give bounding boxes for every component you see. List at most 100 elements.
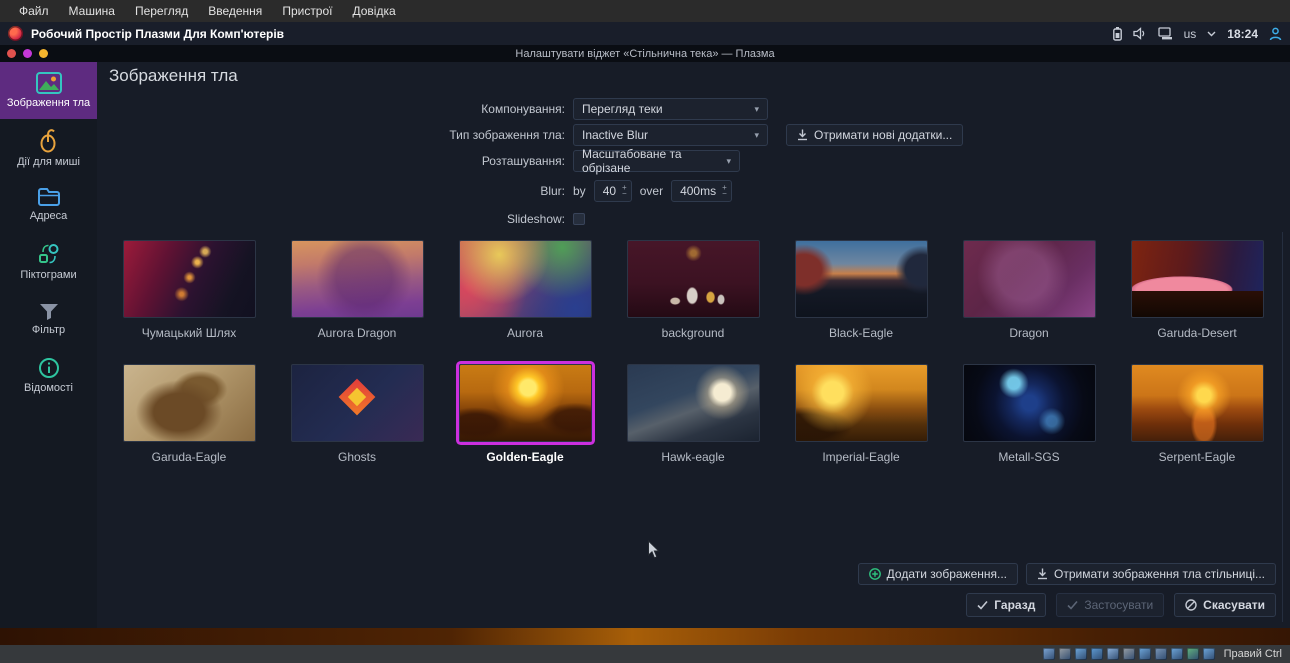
- host-statusbar: Правий Ctrl: [0, 645, 1290, 663]
- layout-label: Компонування:: [481, 102, 565, 116]
- wallpaper-type-dropdown[interactable]: Inactive Blur ▾: [573, 124, 768, 146]
- clock[interactable]: 18:24: [1227, 27, 1258, 41]
- get-new-plugins-button[interactable]: Отримати нові додатки...: [786, 124, 964, 146]
- audio-icon[interactable]: [1074, 648, 1087, 660]
- wallpaper-label: Ghosts: [337, 450, 376, 464]
- battery-icon[interactable]: [1112, 26, 1122, 41]
- wallpaper-label: Serpent-Eagle: [1158, 450, 1236, 464]
- clipboard-display-icon[interactable]: [1157, 27, 1173, 40]
- wallpaper-thumbnail-hawk-eagle[interactable]: [626, 364, 760, 442]
- slideshow-checkbox[interactable]: [573, 213, 585, 225]
- wallpaper-cell-golden-eagle[interactable]: Golden-Eagle: [441, 364, 609, 488]
- cancel-label: Скасувати: [1203, 598, 1265, 612]
- blur-duration-spinbox[interactable]: 400ms + −: [671, 180, 732, 202]
- wallpaper-cell-background[interactable]: background: [609, 240, 777, 364]
- wallpaper-cell-serpent-eagle[interactable]: Serpent-Eagle: [1113, 364, 1281, 488]
- host-menu-item[interactable]: Машина: [60, 2, 124, 20]
- hdd-icon[interactable]: [1042, 648, 1055, 660]
- get-wallpapers-button[interactable]: Отримати зображення тла стільниці...: [1026, 563, 1276, 585]
- panel-title: Робочий Простір Плазми Для Комп'ютерів: [31, 26, 285, 41]
- wallpaper-cell-dragon[interactable]: Dragon: [945, 240, 1113, 364]
- wallpaper-cell-garuda-desert[interactable]: Garuda-Desert: [1113, 240, 1281, 364]
- user-icon[interactable]: [1269, 27, 1282, 41]
- wallpaper-cell-aurora[interactable]: Aurora: [441, 240, 609, 364]
- add-image-button[interactable]: Додати зображення...: [857, 563, 1019, 585]
- layout-dropdown[interactable]: Перегляд теки ▾: [573, 98, 768, 120]
- sidebar-item-label: Відомості: [24, 382, 73, 394]
- keyboard-icon[interactable]: [1202, 648, 1215, 660]
- wallpaper-thumbnail-milky-way[interactable]: [122, 240, 256, 318]
- display-icon[interactable]: [1138, 648, 1151, 660]
- wallpaper-thumbnail-ghosts[interactable]: [290, 364, 424, 442]
- chevron-down-icon[interactable]: [1207, 31, 1216, 37]
- sidebar-item-filter[interactable]: Фільтр: [0, 290, 97, 347]
- host-menu-item[interactable]: Файл: [10, 2, 58, 20]
- wallpaper-thumbnail-imperial-eagle[interactable]: [794, 364, 928, 442]
- wallpaper-label: Aurora Dragon: [317, 326, 397, 340]
- add-circle-icon: [868, 568, 881, 580]
- host-menu-item[interactable]: Довідка: [344, 2, 405, 20]
- ok-button[interactable]: Гаразд: [966, 593, 1047, 617]
- filter-icon: [38, 302, 60, 321]
- wallpaper-cell-black-eagle[interactable]: Black-Eagle: [777, 240, 945, 364]
- volume-icon[interactable]: [1132, 27, 1147, 40]
- wallpaper-thumbnail-background[interactable]: [626, 240, 760, 318]
- wallpaper-cell-aurora-dragon[interactable]: Aurora Dragon: [273, 240, 441, 364]
- host-menu-item[interactable]: Перегляд: [126, 2, 197, 20]
- shared-folders-icon[interactable]: [1122, 648, 1135, 660]
- sidebar-item-mouse[interactable]: Дії для миші: [0, 119, 97, 176]
- host-menu-item[interactable]: Пристрої: [273, 2, 341, 20]
- download-icon: [1038, 568, 1048, 580]
- positioning-label: Розташування:: [481, 154, 565, 168]
- wallpaper-thumbnail-black-eagle[interactable]: [794, 240, 928, 318]
- wallpaper-label: Black-Eagle: [828, 326, 894, 340]
- wallpaper-type-dropdown-value: Inactive Blur: [582, 128, 649, 142]
- wallpaper-thumbnail-garuda-eagle[interactable]: [122, 364, 256, 442]
- wallpaper-cell-hawk-eagle[interactable]: Hawk-eagle: [609, 364, 777, 488]
- mouse-cursor: [647, 539, 661, 565]
- network-icon[interactable]: [1090, 648, 1103, 660]
- blur-amount-spinbox[interactable]: 40 + −: [593, 180, 632, 202]
- optical-disc-icon[interactable]: [1058, 648, 1071, 660]
- blur-amount-value: 40: [602, 184, 617, 198]
- usb-icon[interactable]: [1106, 648, 1119, 660]
- positioning-dropdown[interactable]: Масштабоване та обрізане ▾: [573, 147, 740, 175]
- wallpaper-thumbnail-aurora-dragon[interactable]: [290, 240, 424, 318]
- wallpaper-cell-metall-sgs[interactable]: Metall-SGS: [945, 364, 1113, 488]
- wallpaper-thumbnail-metall-sgs[interactable]: [962, 364, 1096, 442]
- wallpaper-thumbnail-serpent-eagle[interactable]: [1130, 364, 1264, 442]
- mouse-integration-icon[interactable]: [1186, 648, 1199, 660]
- chevron-down-icon: ▾: [754, 103, 759, 114]
- sidebar-item-info[interactable]: Відомості: [0, 347, 97, 404]
- host-menubar: Файл Машина Перегляд Введення Пристрої Довідк…: [0, 0, 1290, 22]
- sidebar-item-label: Зображення тла: [6, 97, 91, 109]
- recording-icon[interactable]: [1154, 648, 1167, 660]
- wallpaper-cell-ghosts[interactable]: Ghosts: [273, 364, 441, 488]
- host-key-indicator: Правий Ctrl: [1223, 648, 1282, 660]
- sidebar-item-icons[interactable]: Піктограми: [0, 233, 97, 290]
- wallpaper-thumbnail-golden-eagle[interactable]: [458, 364, 592, 442]
- wallpaper-thumbnail-garuda-desert[interactable]: [1130, 240, 1264, 318]
- spinbox-arrows-icon[interactable]: + −: [722, 184, 727, 198]
- wallpaper-thumbnail-dragon[interactable]: [962, 240, 1096, 318]
- chevron-down-icon: ▾: [754, 129, 759, 140]
- blur-by-label: by: [573, 184, 586, 198]
- sidebar-item-folder[interactable]: Адреса: [0, 176, 97, 233]
- spinbox-arrows-icon[interactable]: + −: [622, 184, 627, 198]
- sidebar-item-wallpaper[interactable]: Зображення тла: [0, 62, 97, 119]
- sidebar-item-label: Фільтр: [31, 323, 66, 336]
- apply-button[interactable]: Застосувати: [1056, 593, 1165, 617]
- gallery-scrollbar[interactable]: [1282, 232, 1283, 622]
- cancel-icon: [1185, 599, 1197, 611]
- wallpaper-cell-imperial-eagle[interactable]: Imperial-Eagle: [777, 364, 945, 488]
- features-icon[interactable]: [1170, 648, 1183, 660]
- wallpaper-thumbnail-aurora[interactable]: [458, 240, 592, 318]
- app-launcher-icon[interactable]: [8, 26, 23, 41]
- keyboard-layout-indicator[interactable]: us: [1184, 27, 1197, 41]
- cancel-button[interactable]: Скасувати: [1174, 593, 1276, 617]
- host-menu-item[interactable]: Введення: [199, 2, 271, 20]
- wallpaper-cell-garuda-eagle[interactable]: Garuda-Eagle: [105, 364, 273, 488]
- get-new-plugins-label: Отримати нові додатки...: [814, 128, 953, 142]
- page-title: Зображення тла: [109, 66, 238, 85]
- wallpaper-cell-milky-way[interactable]: Чумацький Шлях: [105, 240, 273, 364]
